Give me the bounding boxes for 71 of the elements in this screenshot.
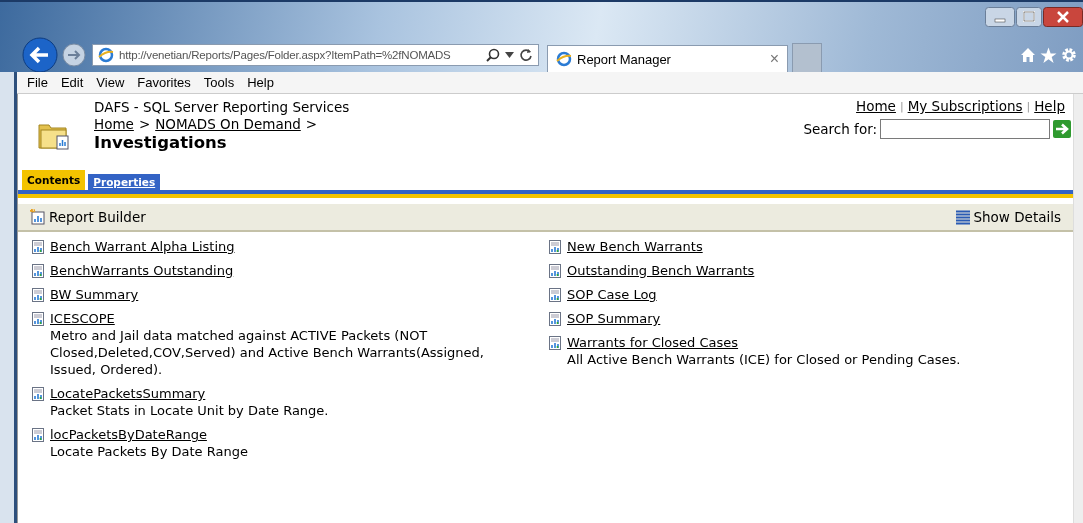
report-link[interactable]: locPacketsByDateRange bbox=[50, 426, 207, 443]
new-tab-button[interactable] bbox=[792, 43, 822, 73]
report-link[interactable]: Bench Warrant Alpha Listing bbox=[50, 238, 235, 255]
scrollbar[interactable] bbox=[1073, 94, 1083, 523]
menu-item[interactable]: View bbox=[96, 75, 125, 90]
report-link[interactable]: ICESCOPE bbox=[50, 310, 115, 327]
maximize-icon[interactable] bbox=[1016, 7, 1042, 27]
report-icon bbox=[32, 288, 44, 302]
report-link[interactable]: SOP Summary bbox=[567, 310, 661, 327]
minimize-icon[interactable] bbox=[985, 7, 1015, 27]
menu-item[interactable]: Favorites bbox=[137, 75, 191, 90]
report-link[interactable]: Warrants for Closed Cases bbox=[567, 334, 739, 351]
report-icon bbox=[32, 264, 44, 278]
back-icon[interactable] bbox=[22, 37, 58, 73]
report-link[interactable]: BenchWarrants Outstanding bbox=[50, 262, 234, 279]
report-description: Metro and Jail data matched against ACTIVE Packets (NOT Closed,Deleted,COV,Served) and Active Bench Warrants(Assigned, Issued, Ordered). bbox=[50, 327, 485, 378]
report-icon bbox=[549, 336, 561, 350]
page-title: Investigations bbox=[94, 133, 228, 153]
link-separator: | bbox=[1026, 99, 1031, 115]
browser-tab[interactable]: Report Manager × bbox=[547, 45, 788, 73]
home-icon[interactable] bbox=[1020, 47, 1036, 63]
report-link[interactable]: LocatePacketsSummary bbox=[50, 385, 206, 402]
report-icon bbox=[32, 387, 44, 401]
report-builder-button[interactable]: Report Builder bbox=[30, 209, 146, 225]
breadcrumb-separator: > bbox=[305, 116, 318, 133]
breadcrumb-link[interactable]: NOMADS On Demand bbox=[155, 116, 301, 133]
header-link[interactable]: Home bbox=[856, 98, 896, 115]
report-icon bbox=[32, 428, 44, 442]
menu-item[interactable]: Edit bbox=[60, 75, 84, 90]
header-link[interactable]: My Subscriptions bbox=[907, 98, 1023, 115]
site-title: DAFS - SQL Server Reporting Services bbox=[94, 99, 350, 116]
show-details-button[interactable]: Show Details bbox=[956, 209, 1061, 225]
page-tab[interactable]: Properties bbox=[88, 174, 161, 190]
report-link[interactable]: BW Summary bbox=[50, 286, 139, 303]
breadcrumb-separator: > bbox=[138, 116, 151, 133]
report-link[interactable]: SOP Case Log bbox=[567, 286, 657, 303]
report-icon bbox=[549, 264, 561, 278]
globe-icon bbox=[556, 51, 572, 67]
address-bar[interactable]: http://venetian/Reports/Pages/Folder.aspx?ItemPath=%2fNOMADS bbox=[92, 44, 539, 66]
refresh-icon[interactable] bbox=[519, 48, 533, 62]
report-builder-icon bbox=[30, 209, 46, 225]
menu-item[interactable]: File bbox=[27, 75, 48, 90]
report-link[interactable]: New Bench Warrants bbox=[567, 238, 703, 255]
list-icon bbox=[956, 209, 971, 225]
star-icon[interactable] bbox=[1040, 46, 1057, 64]
report-icon bbox=[32, 312, 44, 326]
header-link[interactable]: Help bbox=[1034, 98, 1065, 115]
menu-item[interactable]: Tools bbox=[203, 75, 235, 90]
report-description: Packet Stats in Locate Unit by Date Range. bbox=[50, 402, 329, 419]
report-description: Locate Packets By Date Range bbox=[50, 443, 248, 460]
menu-item[interactable]: Help bbox=[247, 75, 274, 90]
search-icon[interactable] bbox=[486, 48, 500, 62]
report-icon bbox=[549, 240, 561, 254]
tab-title: Report Manager bbox=[577, 51, 672, 67]
report-description: All Active Bench Warrants (ICE) for Closed or Pending Cases. bbox=[567, 351, 961, 368]
report-icon bbox=[549, 312, 561, 326]
forward-icon[interactable] bbox=[62, 43, 86, 67]
go-arrow-icon[interactable] bbox=[1053, 120, 1071, 138]
settings-icon[interactable] bbox=[1061, 47, 1077, 63]
globe-icon bbox=[98, 47, 114, 63]
report-icon bbox=[32, 240, 44, 254]
page-tab[interactable]: Contents bbox=[22, 170, 86, 190]
report-icon bbox=[549, 288, 561, 302]
link-separator: | bbox=[899, 99, 904, 115]
close-icon[interactable] bbox=[1043, 7, 1083, 27]
dropdown-icon[interactable] bbox=[505, 52, 514, 58]
search-field[interactable] bbox=[880, 119, 1050, 139]
breadcrumb-link[interactable]: Home bbox=[94, 116, 134, 133]
search-label: Search for: bbox=[803, 121, 877, 137]
tab-close[interactable]: × bbox=[769, 50, 779, 68]
report-link[interactable]: Outstanding Bench Warrants bbox=[567, 262, 755, 279]
